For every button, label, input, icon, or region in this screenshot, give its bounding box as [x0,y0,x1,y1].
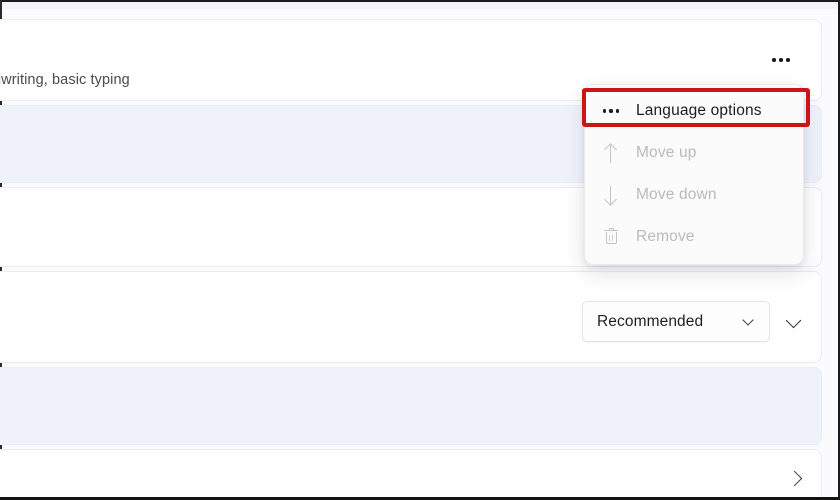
language-pack-description: dwriting, basic typing [0,72,130,88]
menu-item-label: Remove [636,228,695,245]
settings-row-bottom[interactable] [0,449,822,500]
menu-item-label: Move down [636,186,717,203]
language-context-menu: Language options Move up Move down Remov… [584,84,804,265]
expand-section-chevron-down-icon[interactable] [786,313,804,331]
menu-item-label: Language options [636,102,762,119]
settings-row-band-lower[interactable] [0,367,822,445]
menu-item-remove[interactable]: Remove [585,216,803,258]
settings-window: dwriting, basic typing give you local co… [0,0,840,500]
arrow-up-icon [603,143,629,163]
ellipsis-horizontal-icon [786,58,790,62]
menu-item-move-down[interactable]: Move down [585,174,803,216]
ellipsis-horizontal-icon [772,58,776,62]
more-options-button[interactable] [764,47,798,73]
trash-icon [603,228,629,246]
menu-item-label: Move up [636,144,697,161]
menu-item-language-options[interactable]: Language options [585,90,803,132]
chevron-down-icon [743,317,755,327]
regional-format-dropdown-value: Recommended [597,312,704,330]
menu-item-move-up[interactable]: Move up [585,132,803,174]
ellipsis-horizontal-icon [779,58,783,62]
navigate-chevron-right-icon[interactable] [788,470,806,488]
regional-format-dropdown[interactable]: Recommended [582,301,770,342]
arrow-down-icon [603,185,629,205]
ellipsis-horizontal-icon [603,109,629,113]
